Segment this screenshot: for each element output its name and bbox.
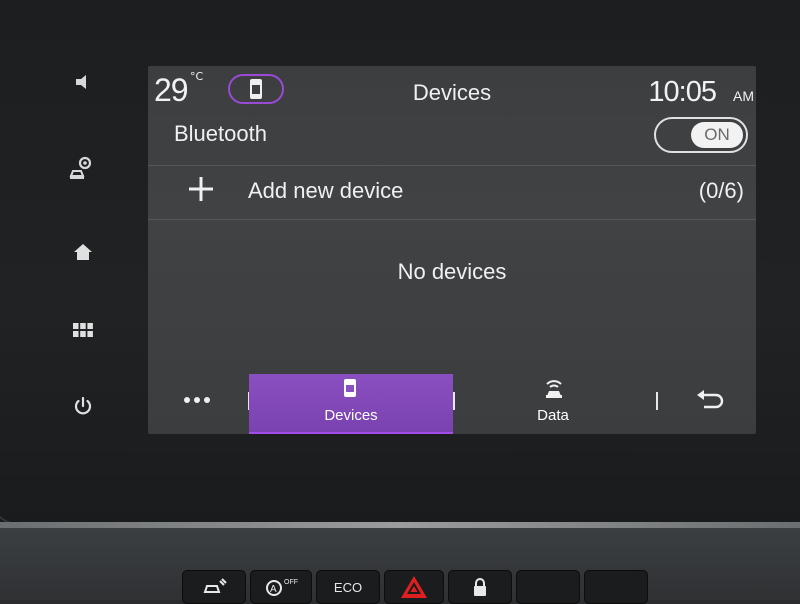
clock-ampm: AM	[733, 88, 754, 104]
bluetooth-row: Bluetooth ON	[148, 117, 756, 165]
console-button-blank[interactable]	[584, 570, 648, 604]
hazard-triangle-icon	[401, 576, 427, 598]
car-gear-icon	[69, 156, 92, 179]
vehicle-settings-button[interactable]	[58, 148, 108, 188]
power-icon	[74, 396, 92, 415]
parking-assist-button[interactable]	[182, 570, 246, 604]
empty-list-message: No devices	[397, 259, 507, 284]
car-sensor-icon	[203, 578, 227, 593]
divider	[148, 219, 756, 220]
more-options-button[interactable]	[182, 390, 212, 409]
status-bar: 29 °C Devices 10:05 AM	[148, 66, 756, 121]
tab-devices[interactable]: Devices	[249, 374, 453, 434]
toggle-state: ON	[691, 122, 743, 148]
back-button[interactable]	[696, 388, 724, 414]
tab-data[interactable]: Data	[508, 374, 598, 432]
hazard-lights-button[interactable]	[384, 570, 444, 604]
touchscreen: 29 °C Devices 10:05 AM Bluetooth ON Add …	[148, 66, 756, 434]
device-count: (0/6)	[698, 178, 744, 203]
lock-icon	[474, 578, 486, 596]
console-button-blank[interactable]	[516, 570, 580, 604]
bluetooth-toggle[interactable]: ON	[654, 117, 748, 153]
home-icon	[74, 244, 92, 260]
auto-off-label: OFF	[284, 578, 298, 586]
bluetooth-label: Bluetooth	[174, 121, 267, 146]
tab-separator	[656, 392, 658, 410]
tab-devices-label: Devices	[324, 407, 378, 424]
add-new-device-label: Add new device	[248, 178, 404, 203]
plus-icon	[189, 177, 213, 201]
eco-label: ECO	[333, 579, 363, 595]
tab-data-label: Data	[537, 407, 569, 424]
more-dots-icon	[184, 397, 210, 403]
home-button[interactable]	[58, 232, 108, 272]
eco-mode-button[interactable]: ECO	[316, 570, 380, 604]
svg-text:A: A	[270, 584, 277, 595]
add-new-device-row[interactable]: Add new device (0/6)	[148, 166, 756, 218]
grid-icon	[73, 323, 93, 337]
back-arrow-icon	[697, 390, 724, 409]
car-connectivity-icon	[546, 380, 562, 398]
bottom-tab-bar: Devices Data	[148, 374, 756, 434]
phone-icon	[344, 379, 356, 397]
speaker-icon	[76, 75, 86, 89]
auto-stop-start-button[interactable]: A OFF	[250, 570, 312, 604]
apps-button[interactable]	[58, 310, 108, 350]
volume-button[interactable]	[58, 62, 108, 102]
door-lock-button[interactable]	[448, 570, 512, 604]
clock-time: 10:05	[648, 76, 717, 108]
tab-separator	[453, 392, 455, 410]
power-button[interactable]	[58, 386, 108, 426]
